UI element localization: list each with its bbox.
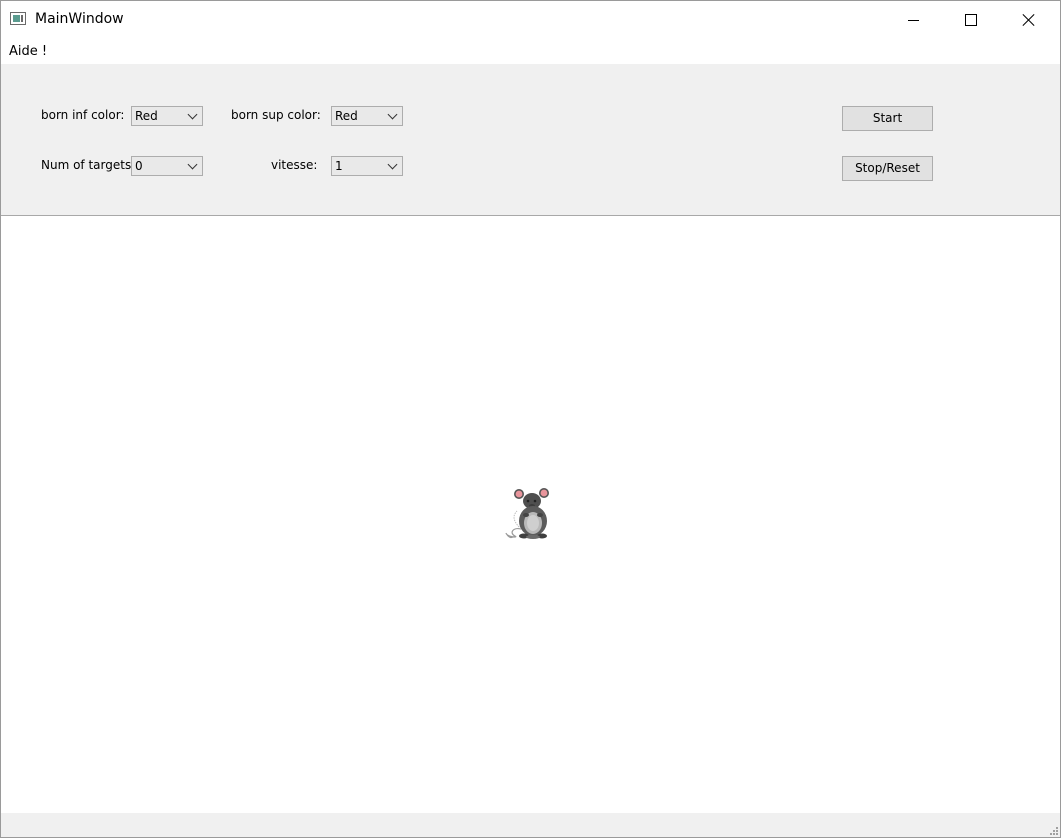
control-panel: born inf color: Red born sup color: Red … xyxy=(1,64,1060,216)
menu-bar: Aide ! xyxy=(1,39,1060,64)
simulation-canvas[interactable] xyxy=(1,216,1060,813)
num-targets-select[interactable]: 0 xyxy=(131,156,203,176)
maximize-button[interactable] xyxy=(942,1,1000,39)
num-targets-value: 0 xyxy=(135,159,143,173)
resize-grip-icon[interactable] xyxy=(1047,824,1059,836)
chevron-down-icon xyxy=(387,159,398,170)
minimize-icon xyxy=(907,19,919,21)
status-bar xyxy=(1,813,1060,837)
close-button[interactable] xyxy=(1000,1,1058,39)
main-window: MainWindow Aide ! born inf color: Red bo… xyxy=(0,0,1061,838)
menu-aide[interactable]: Aide ! xyxy=(9,44,47,59)
app-window-icon xyxy=(10,12,26,25)
minimize-button[interactable] xyxy=(884,1,942,39)
stop-reset-button[interactable]: Stop/Reset xyxy=(842,156,933,181)
chevron-down-icon xyxy=(187,109,198,120)
close-icon xyxy=(1022,13,1036,27)
vitesse-label: vitesse: xyxy=(271,158,318,172)
born-inf-color-value: Red xyxy=(135,109,158,123)
born-sup-color-value: Red xyxy=(335,109,358,123)
vitesse-value: 1 xyxy=(335,159,343,173)
born-sup-color-select[interactable]: Red xyxy=(331,106,403,126)
maximize-icon xyxy=(965,14,977,26)
born-inf-color-label: born inf color: xyxy=(41,108,125,122)
chevron-down-icon xyxy=(387,109,398,120)
born-inf-color-select[interactable]: Red xyxy=(131,106,203,126)
start-button[interactable]: Start xyxy=(842,106,933,131)
born-sup-color-label: born sup color: xyxy=(231,108,321,122)
window-title: MainWindow xyxy=(35,11,124,27)
mouse-icon xyxy=(505,488,549,539)
num-targets-label: Num of targets: xyxy=(41,158,136,172)
vitesse-select[interactable]: 1 xyxy=(331,156,403,176)
chevron-down-icon xyxy=(187,159,198,170)
title-bar[interactable]: MainWindow xyxy=(1,1,1060,39)
